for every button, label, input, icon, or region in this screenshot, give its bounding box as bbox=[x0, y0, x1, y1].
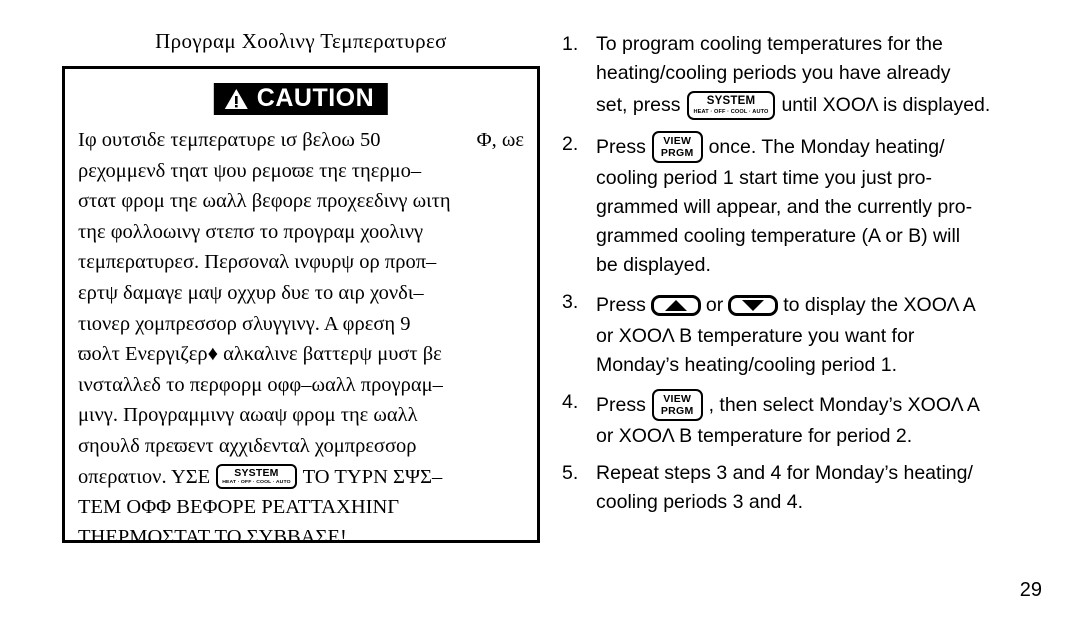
caution-line: σηουλδ πρεϖεντ αχχιδενταλ χομπρεσσορ bbox=[78, 434, 417, 457]
warning-triangle-icon bbox=[224, 88, 248, 109]
step-line-text: cooling period 1 start time you just pro… bbox=[596, 167, 932, 189]
step-line-prefix: set, press bbox=[596, 94, 681, 116]
step-line-text: heating/cooling periods you have already bbox=[596, 62, 951, 84]
step-item: 1. To program cooling temperatures for t… bbox=[562, 30, 1042, 122]
caution-line: ινσταλλεδ το περφορμ οφφ–ωαλλ προγραμ– bbox=[78, 373, 443, 396]
step-line-text: grammed will appear, and the currently p… bbox=[596, 196, 973, 218]
caution-line: τηε φολλοωινγ στεπσ το προγραμ χοολινγ bbox=[78, 220, 424, 243]
triangle-down-icon bbox=[742, 299, 765, 311]
caution-line: στατ φρομ τηε ωαλλ βεφορε προχεεδινγ ωιτ… bbox=[78, 190, 451, 213]
caution-box: CAUTION Ιφ ουτσιδε τεμπερατυρε ισ βελοω … bbox=[62, 66, 540, 548]
step-line-prefix: Press bbox=[596, 294, 646, 316]
step-line: be displayed. bbox=[596, 254, 711, 276]
caution-line-suffix: ΤΟ ΤΥΡΝ ΣΨΣ– bbox=[302, 465, 443, 488]
step-line: Press or to display the ΧΟΟΛ Α bbox=[596, 288, 1042, 322]
up-arrow-button[interactable] bbox=[650, 294, 701, 316]
step-text: Press or to display the ΧΟΟΛ Α or ΧΟΟΛ Β… bbox=[596, 288, 1042, 380]
left-column: Προγραμ Χοολινγ Τεμπερατυρεσ CAUTION Ιφ … bbox=[62, 28, 540, 548]
step-line-suffix: , then select Monday’s ΧΟΟΛ Α bbox=[708, 394, 980, 416]
page-title: Προγραμ Χοολινγ Τεμπερατυρεσ bbox=[155, 29, 447, 53]
step-number: 4. bbox=[562, 391, 579, 413]
step-line: grammed will appear, and the currently p… bbox=[596, 193, 1042, 222]
step-number: 2. bbox=[562, 133, 579, 155]
step-line: Monday’s heating/cooling period 1. bbox=[596, 354, 898, 376]
step-line: cooling periods 3 and 4. bbox=[596, 491, 804, 513]
step-line: or ΧΟΟΛ Β temperature you want for bbox=[596, 322, 1042, 351]
step-line-text: grammed cooling temperature (A or B) wil… bbox=[596, 225, 961, 247]
step-line: Press VIEW PRGM once. The Monday heating… bbox=[596, 130, 1042, 164]
caution-line: τιονερ χομπρεσσορ σλυγγινγ. Α φρεση 9 bbox=[78, 312, 411, 335]
step-item: 5. Repeat steps 3 and 4 for Monday’s hea… bbox=[562, 459, 1042, 517]
step-line-conjunction: or bbox=[705, 294, 724, 316]
caution-system-button-line: οπερατιον. ΥΣΕ SYSTEM HEAT · OFF · COOL … bbox=[78, 462, 524, 492]
system-button-sublabel: HEAT · OFF · COOL · AUTO bbox=[222, 479, 291, 485]
step-text: Press VIEW PRGM , then select Monday’s Χ… bbox=[596, 388, 1042, 451]
caution-final-line: ΤΗΕΡΜΟΣΤΑΤ ΤΟ ΣΥΒΒΑΣΕ! bbox=[78, 525, 347, 548]
step-line: Repeat steps 3 and 4 for Monday’s heatin… bbox=[596, 462, 973, 484]
step-item: 3. Press or to display the ΧΟΟΛ Α or ΧΟΟ… bbox=[562, 288, 1042, 380]
step-item: 2. Press VIEW PRGM once. The Monday heat… bbox=[562, 130, 1042, 280]
step-number: 3. bbox=[562, 291, 579, 313]
step-line: cooling period 1 start time you just pro… bbox=[596, 164, 1042, 193]
system-button-label: SYSTEM bbox=[706, 94, 756, 107]
step-item: 4. Press VIEW PRGM , then select Monday’… bbox=[562, 388, 1042, 451]
system-button[interactable]: SYSTEM HEAT · OFF · COOL · AUTO bbox=[216, 464, 297, 490]
step-line: set, press SYSTEM HEAT · OFF · COOL · AU… bbox=[596, 88, 1042, 122]
caution-banner: CAUTION bbox=[213, 83, 389, 115]
caution-banner-label: CAUTION bbox=[256, 84, 375, 112]
page-number: 29 bbox=[1019, 579, 1042, 601]
step-line: or ΧΟΟΛ Β temperature for period 2. bbox=[596, 425, 913, 447]
step-line-prefix: Press bbox=[596, 136, 646, 158]
system-button-sublabel: HEAT · OFF · COOL · AUTO bbox=[693, 108, 769, 115]
view-prgm-button-line2: PRGM bbox=[660, 405, 694, 417]
caution-line: Ιφ ουτσιδε τεμπερατυρε ισ βελοω 50 Φ, ωε bbox=[78, 125, 524, 156]
caution-line-part: Ιφ ουτσιδε τεμπερατυρε ισ βελοω 50 bbox=[78, 129, 381, 151]
view-prgm-button-line2: PRGM bbox=[660, 147, 694, 159]
step-line-suffix: to display the ΧΟΟΛ Α bbox=[783, 294, 976, 316]
view-prgm-button-line1: VIEW bbox=[663, 393, 692, 405]
step-number: 1. bbox=[562, 33, 579, 55]
caution-line: τεμπερατυρεσ. Περσοναλ ινφυρψ ορ προπ– bbox=[78, 251, 437, 274]
view-prgm-button[interactable]: VIEW PRGM bbox=[651, 389, 703, 421]
system-button-label: SYSTEM bbox=[234, 467, 279, 480]
caution-body-text: Ιφ ουτσιδε τεμπερατυρε ισ βελοω 50 Φ, ωε… bbox=[78, 125, 524, 462]
step-text: To program cooling temperatures for the … bbox=[596, 30, 1042, 122]
caution-final-line-part: ΤΕΜ ΟΦΦ ΒΕΦΟΡΕ ΡΕΑΤΤΑΧΗΙΝΓ bbox=[78, 495, 400, 518]
manual-page: Προγραμ Χοολινγ Τεμπερατυρεσ CAUTION Ιφ … bbox=[0, 0, 1080, 623]
down-arrow-button[interactable] bbox=[728, 294, 779, 316]
step-line-text: To program cooling temperatures for the bbox=[596, 33, 943, 55]
step-number: 5. bbox=[562, 462, 579, 484]
system-button[interactable]: SYSTEM HEAT · OFF · COOL · AUTO bbox=[686, 90, 776, 120]
step-text: Repeat steps 3 and 4 for Monday’s heatin… bbox=[596, 459, 1042, 517]
caution-line: ρεχομμενδ τηατ ψου ρεμοϖε τηε τηερμο– bbox=[78, 156, 524, 187]
caution-line-part: Φ, ωε bbox=[476, 129, 524, 151]
step-line: grammed cooling temperature (A or B) wil… bbox=[596, 222, 1042, 251]
caution-final-text: ΤΕΜ ΟΦΦ ΒΕΦΟΡΕ ΡΕΑΤΤΑΧΗΙΝΓ ΤΗΕΡΜΟΣΤΑΤ ΤΟ… bbox=[78, 492, 524, 552]
caution-line: ερτψ δαμαγε μαψ οχχυρ δυε το αιρ χονδι– bbox=[78, 281, 424, 304]
right-column: 1. To program cooling temperatures for t… bbox=[562, 30, 1042, 525]
step-line-text: or ΧΟΟΛ Β temperature you want for bbox=[596, 325, 915, 347]
degree-symbol-gap bbox=[422, 125, 435, 156]
caution-line: ϖολτ Ενεργιζερ♦ αλκαλινε βαττερψ μυστ βε bbox=[78, 343, 442, 366]
view-prgm-button[interactable]: VIEW PRGM bbox=[651, 131, 703, 163]
step-line-prefix: Press bbox=[596, 394, 646, 416]
step-line-suffix: once. The Monday heating/ bbox=[708, 136, 945, 158]
triangle-up-icon bbox=[664, 299, 687, 311]
step-line-suffix: until ΧΟΟΛ is displayed. bbox=[781, 94, 991, 116]
step-text: Press VIEW PRGM once. The Monday heating… bbox=[596, 130, 1042, 280]
view-prgm-button-line1: VIEW bbox=[663, 135, 692, 147]
caution-line-part: ρεχομμενδ τηατ ψου ρεμοϖε τηε τηερμο– bbox=[78, 159, 422, 182]
step-line: Press VIEW PRGM , then select Monday’s Χ… bbox=[596, 388, 1042, 422]
caution-line: μινγ. Προγραμμινγ αωαψ φρομ τηε ωαλλ bbox=[78, 404, 418, 427]
step-line: heating/cooling periods you have already bbox=[596, 59, 1042, 88]
step-line: To program cooling temperatures for the bbox=[596, 30, 1042, 59]
caution-line-prefix: οπερατιον. ΥΣΕ bbox=[78, 465, 211, 488]
caution-final-line: ΤΕΜ ΟΦΦ ΒΕΦΟΡΕ ΡΕΑΤΤΑΧΗΙΝΓ bbox=[78, 492, 524, 522]
